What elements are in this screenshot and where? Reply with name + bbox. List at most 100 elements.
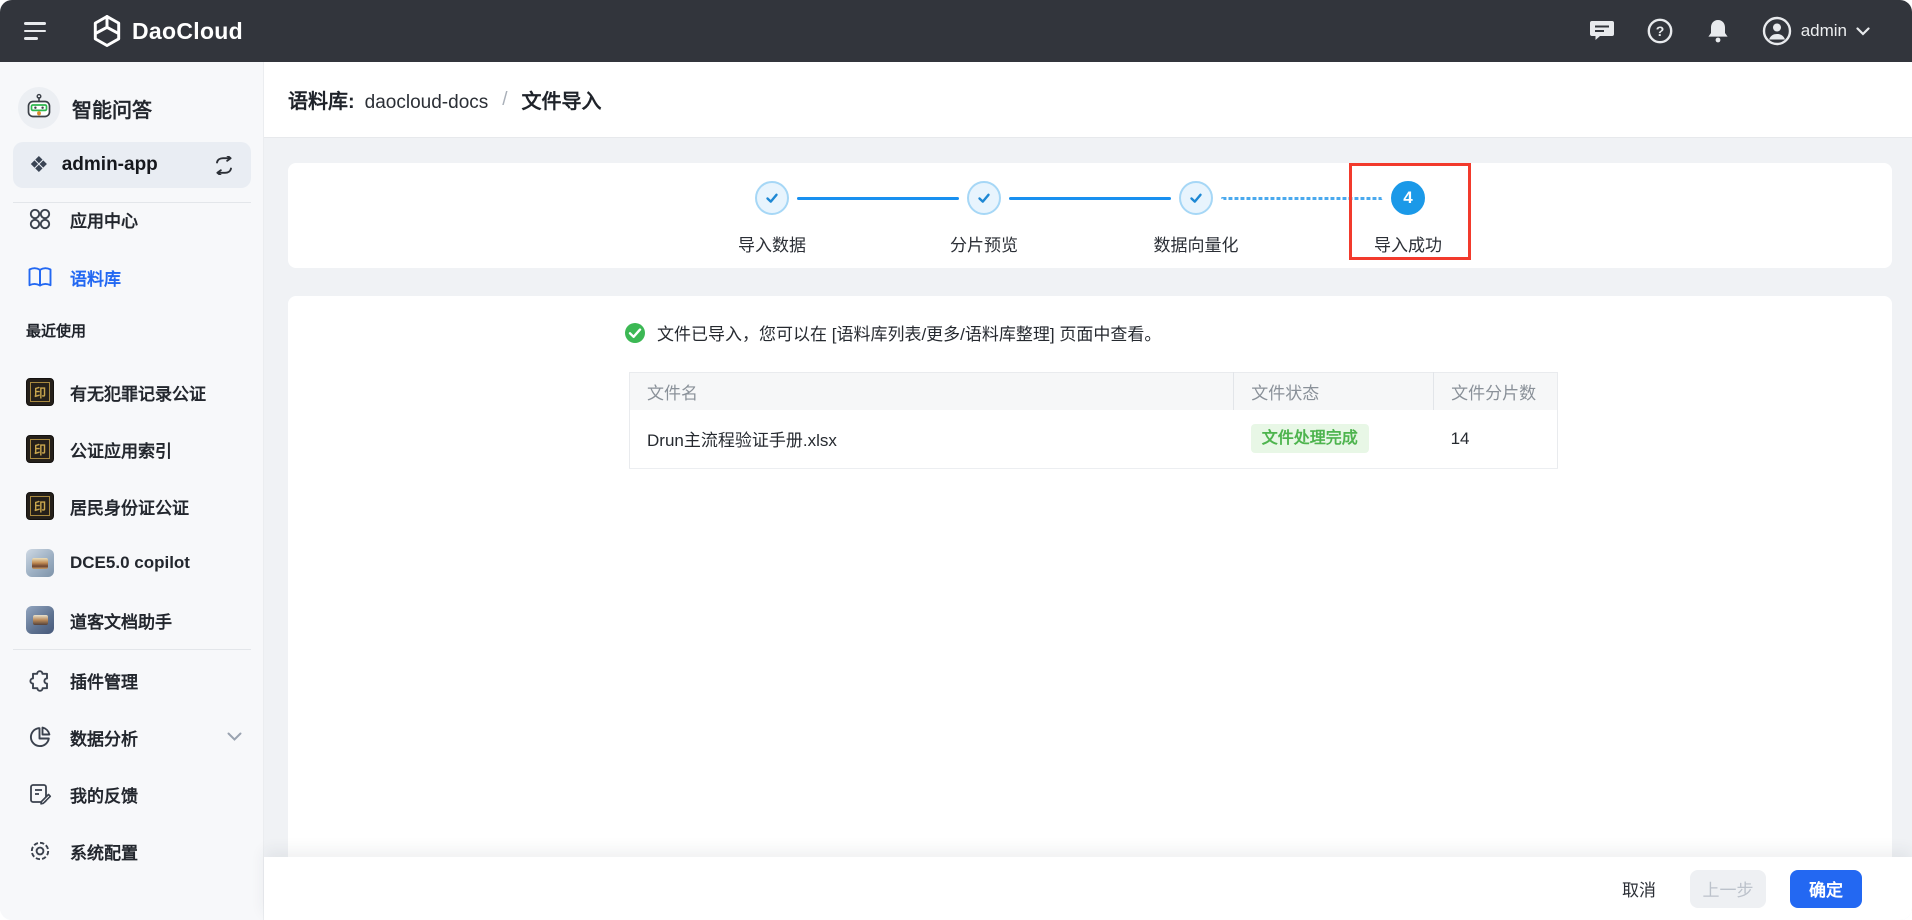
sidebar-item-app-center[interactable]: 应用中心 (0, 199, 264, 239)
table-header-row: 文件名 文件状态 文件分片数 (629, 372, 1558, 410)
sidebar-app-title: 智能问答 (72, 99, 152, 122)
breadcrumb-corpus-link[interactable]: 语料库: daocloud-docs (288, 85, 488, 114)
brand-logo[interactable]: DaoCloud (92, 15, 243, 47)
plugin-icon (26, 669, 54, 692)
sidebar-item-label: 道客文档助手 (70, 612, 172, 632)
switch-app-icon[interactable] (213, 155, 235, 175)
current-app-label: admin-app (61, 154, 158, 175)
sidebar-item-settings[interactable]: 系统配置 (0, 831, 264, 871)
previous-step-button[interactable]: 上一步 (1690, 869, 1766, 908)
confirm-button[interactable]: 确定 (1790, 869, 1862, 908)
brand-name: DaoCloud (132, 17, 243, 44)
cancel-button[interactable]: 取消 (1616, 870, 1662, 908)
step-chunk-preview: 分片预览 (950, 181, 1018, 255)
sidebar-item-label: 应用中心 (70, 211, 138, 231)
help-icon[interactable]: ? (1646, 17, 1674, 45)
main-content: 导入数据 分片预览 数据向量化 4 导入成功 文件已导入，您可以在 [语料库列表… (264, 138, 1912, 920)
cell-status: 文件处理完成 (1233, 409, 1434, 469)
sidebar-item-recent[interactable]: 印 居民身份证公证 (0, 486, 264, 526)
sidebar-item-recent[interactable]: 道客文档助手 (0, 600, 264, 640)
breadcrumb-separator: / (502, 88, 508, 110)
result-card: 文件已导入，您可以在 [语料库列表/更多/语料库整理] 页面中查看。 文件名 文… (288, 296, 1892, 857)
chevron-down-icon (1856, 26, 1870, 36)
sidebar-item-label: 插件管理 (70, 672, 138, 692)
sidebar-item-plugins[interactable]: 插件管理 (0, 660, 264, 700)
svg-text:?: ? (1655, 23, 1664, 39)
column-header-filename: 文件名 (629, 372, 1235, 410)
step-label: 分片预览 (950, 236, 1018, 255)
success-message: 文件已导入，您可以在 [语料库列表/更多/语料库整理] 页面中查看。 (657, 325, 1162, 344)
step-vectorize: 数据向量化 (1154, 181, 1239, 255)
feedback-icon (26, 782, 54, 806)
breadcrumb: 语料库: daocloud-docs / 文件导入 (264, 62, 1912, 138)
app-center-icon (26, 207, 54, 231)
message-icon[interactable] (1588, 17, 1616, 45)
step-check-icon (967, 181, 1001, 215)
step-label: 导入数据 (738, 236, 806, 255)
notification-bell-icon[interactable] (1704, 17, 1732, 45)
step-label: 导入成功 (1374, 236, 1442, 255)
sidebar-divider (13, 649, 251, 650)
username-label: admin (1800, 21, 1847, 40)
column-header-status: 文件状态 (1233, 372, 1435, 410)
stepper-connector (797, 196, 959, 200)
sidebar-item-recent[interactable]: 印 公证应用索引 (0, 429, 264, 469)
seal-icon: 印 (26, 435, 54, 463)
success-check-icon (624, 322, 646, 344)
top-navbar: DaoCloud ? admin (0, 0, 1912, 62)
sidebar-item-analytics[interactable]: 数据分析 (0, 717, 264, 757)
app-window: DaoCloud ? admin 智能问答 ❖ admin-app 应用中心 语… (0, 0, 1912, 920)
breadcrumb-corpus-name: daocloud-docs (364, 92, 489, 113)
step-check-icon (755, 181, 789, 215)
robot-icon (18, 87, 60, 129)
sidebar-item-label: DCE5.0 copilot (70, 553, 190, 572)
sidebar: 智能问答 ❖ admin-app 应用中心 语料库 最近使用 印 有无犯罪记录公… (0, 62, 264, 920)
column-header-chunks: 文件分片数 (1433, 372, 1558, 410)
status-badge: 文件处理完成 (1250, 424, 1369, 454)
recent-section-title: 最近使用 (26, 323, 87, 340)
breadcrumb-label: 语料库: (288, 91, 355, 113)
sidebar-item-recent[interactable]: 印 有无犯罪记录公证 (0, 372, 264, 412)
seal-icon: 印 (26, 492, 54, 520)
stepper-card: 导入数据 分片预览 数据向量化 4 导入成功 (288, 163, 1892, 268)
sidebar-item-label: 公证应用索引 (70, 441, 172, 461)
sidebar-item-label: 语料库 (70, 269, 121, 289)
app-gem-icon: ❖ (29, 152, 49, 177)
sidebar-item-recent[interactable]: DCE5.0 copilot (0, 543, 264, 583)
table-row: Drun主流程验证手册.xlsx 文件处理完成 14 (629, 409, 1558, 469)
sidebar-app-header: 智能问答 (0, 86, 264, 130)
step-number-circle: 4 (1391, 181, 1425, 215)
corpus-book-icon (26, 266, 54, 288)
settings-gear-icon (26, 839, 54, 863)
success-message-row: 文件已导入，您可以在 [语料库列表/更多/语料库整理] 页面中查看。 (624, 320, 1161, 345)
sidebar-item-corpus[interactable]: 语料库 (0, 257, 264, 297)
sidebar-item-label: 数据分析 (70, 729, 138, 749)
stepper: 导入数据 分片预览 数据向量化 4 导入成功 (738, 181, 1442, 255)
stepper-connector-dotted (1221, 196, 1383, 200)
sidebar-item-label: 系统配置 (70, 843, 138, 863)
user-menu[interactable]: admin (1762, 16, 1870, 46)
docs-assistant-icon (26, 606, 54, 634)
footer-action-bar: 取消 上一步 确定 (264, 857, 1912, 920)
analytics-pie-icon (26, 725, 54, 749)
file-table: 文件名 文件状态 文件分片数 Drun主流程验证手册.xlsx 文件处理完成 1… (629, 372, 1558, 469)
sidebar-item-feedback[interactable]: 我的反馈 (0, 774, 264, 814)
sidebar-item-label: 有无犯罪记录公证 (70, 384, 206, 404)
user-avatar-icon (1762, 16, 1792, 46)
chevron-down-icon[interactable] (227, 732, 242, 742)
app-switcher[interactable]: ❖ admin-app (13, 142, 251, 188)
cell-filename: Drun主流程验证手册.xlsx (629, 409, 1234, 469)
daocloud-logo-icon (92, 15, 122, 47)
step-check-icon (1179, 181, 1213, 215)
navbar-actions: ? admin (1588, 16, 1870, 46)
sidebar-item-label: 居民身份证公证 (70, 498, 189, 518)
step-label: 数据向量化 (1153, 236, 1239, 255)
step-import-success: 4 导入成功 (1374, 181, 1442, 255)
hamburger-menu-icon[interactable] (24, 20, 50, 42)
breadcrumb-current: 文件导入 (521, 91, 602, 113)
step-import-data: 导入数据 (738, 181, 806, 255)
seal-icon: 印 (26, 378, 54, 406)
cell-chunk-count: 14 (1433, 409, 1558, 469)
dce-copilot-icon (26, 549, 54, 577)
sidebar-item-label: 我的反馈 (70, 786, 138, 806)
